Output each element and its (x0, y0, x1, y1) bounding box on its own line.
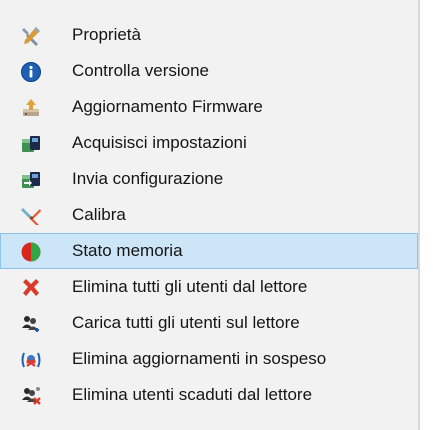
firmware-update-icon (23, 99, 39, 116)
menu-item-label: Elimina tutti gli utenti dal lettore (72, 277, 308, 296)
wrench-screwdriver-icon (22, 27, 40, 46)
menu-item-label: Aggiornamento Firmware (72, 97, 263, 116)
menu-item-label: Carica tutti gli utenti sul lettore (72, 313, 300, 332)
menu-item-elimina-tutti-utenti[interactable]: Elimina tutti gli utenti dal lettore (0, 269, 418, 305)
acquire-settings-icon (22, 136, 40, 152)
menu-item-label: Acquisisci impostazioni (72, 133, 247, 152)
menu-item-calibra[interactable]: Calibra (0, 197, 418, 233)
menu-item-elimina-aggiornamenti[interactable]: Elimina aggiornamenti in sospeso (0, 341, 418, 377)
menu-item-acquisisci-impostazioni[interactable]: Acquisisci impostazioni (0, 125, 418, 161)
send-configuration-icon (22, 172, 40, 188)
menu-item-label: Elimina utenti scaduti dal lettore (72, 385, 313, 404)
menu-item-aggiornamento-firmware[interactable]: Aggiornamento Firmware (0, 89, 418, 125)
menu-item-elimina-utenti-scaduti[interactable]: Elimina utenti scaduti dal lettore (0, 377, 418, 413)
delete-pending-updates-icon (21, 352, 41, 368)
menu-item-label: Stato memoria (72, 241, 183, 260)
menu-item-stato-memoria[interactable]: Stato memoria (0, 233, 418, 269)
context-menu: Proprietà Controlla versione Aggiornamen… (0, 0, 420, 430)
menu-item-carica-tutti-utenti[interactable]: Carica tutti gli utenti sul lettore (0, 305, 418, 341)
menu-item-proprieta[interactable]: Proprietà (0, 17, 418, 53)
menu-item-label: Proprietà (72, 25, 141, 44)
menu-item-label: Invia configurazione (72, 169, 224, 188)
delete-expired-users-icon (22, 387, 41, 405)
menu-item-controlla-versione[interactable]: Controlla versione (0, 53, 418, 89)
memory-pie-icon (21, 242, 41, 262)
menu-item-label: Calibra (72, 205, 126, 224)
delete-x-icon (23, 279, 39, 296)
menu-item-label: Elimina aggiornamenti in sospeso (72, 349, 327, 368)
menu-item-label: Controlla versione (72, 61, 210, 80)
menu-item-invia-configurazione[interactable]: Invia configurazione (0, 161, 418, 197)
upload-users-icon (22, 316, 39, 332)
calibrate-icon (21, 208, 41, 225)
info-icon (21, 62, 41, 82)
